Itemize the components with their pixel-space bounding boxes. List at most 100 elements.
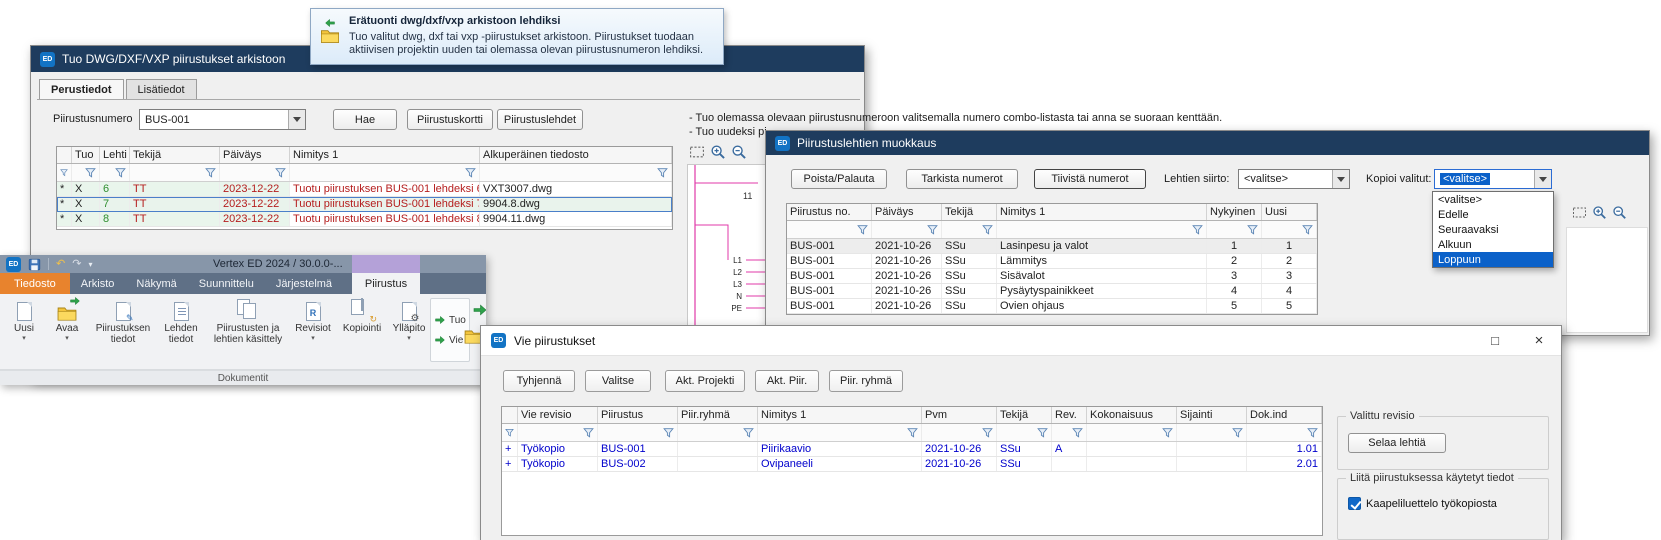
redo-icon[interactable]: ↷	[72, 259, 81, 270]
tyhjenna-button[interactable]: Tyhjennä	[503, 370, 575, 392]
sheets-dialog-titlebar[interactable]: ED Piirustuslehtien muokkaus	[766, 131, 1649, 155]
table-row[interactable]: + Työkopio BUS-001 Piirikaavio 2021-10-2…	[502, 442, 1322, 457]
table-row-selected[interactable]: * X 7 TT 2023-12-22 Tuotu piirustuksen B…	[57, 197, 672, 212]
tab-piirustus[interactable]: Piirustus	[352, 273, 420, 294]
sheets-preview[interactable]	[1566, 227, 1648, 333]
tab-perustiedot[interactable]: Perustiedot	[39, 79, 124, 100]
table-row[interactable]: BUS-001 2021-10-26 SSu Pysäytyspainikkee…	[787, 284, 1317, 299]
zoom-in-icon[interactable]	[710, 144, 726, 160]
col-header-nimitys[interactable]: Nimitys 1	[758, 407, 922, 423]
close-button[interactable]: ×	[1517, 326, 1561, 355]
tab-tiedosto[interactable]: Tiedosto	[0, 273, 70, 294]
col-header-tekija[interactable]: Tekijä	[130, 147, 220, 163]
cell-expand[interactable]: +	[502, 457, 518, 471]
col-header-paivays[interactable]: Päiväys	[220, 147, 290, 163]
col-header-piirustus[interactable]: Piirustus	[598, 407, 678, 423]
col-header-dokind[interactable]: Dok.ind	[1247, 407, 1322, 423]
filter-cell[interactable]	[1177, 424, 1247, 441]
kopiointi-button[interactable]: ↻ Kopiointi	[338, 297, 386, 334]
table-row[interactable]: BUS-001 2021-10-26 SSu Ovien ohjaus 5 5	[787, 299, 1317, 314]
avaa-button[interactable]: Avaa ▾	[46, 297, 88, 342]
col-header-tekija[interactable]: Tekijä	[942, 204, 997, 220]
filter-cell[interactable]	[290, 164, 480, 181]
filter-cell[interactable]	[72, 164, 100, 181]
filter-cell[interactable]	[942, 221, 997, 238]
cell-expand[interactable]: +	[502, 442, 518, 456]
filter-cell[interactable]	[130, 164, 220, 181]
zoom-out-icon[interactable]	[1612, 205, 1627, 220]
chevron-down-icon[interactable]	[1534, 170, 1551, 188]
tab-arkisto[interactable]: Arkisto	[70, 273, 126, 294]
col-header-tuo[interactable]: Tuo	[72, 147, 100, 163]
zoom-in-icon[interactable]	[1592, 205, 1607, 220]
filter-cell[interactable]	[100, 164, 130, 181]
piirustusten-kasittely-button[interactable]: Piirustusten ja lehtien käsittely	[208, 297, 288, 345]
checkbox-checked-icon[interactable]	[1348, 497, 1361, 510]
yllapito-button[interactable]: ⚙ Ylläpito ▾	[388, 297, 430, 342]
filter-cell[interactable]	[1207, 221, 1262, 238]
table-row[interactable]: + Työkopio BUS-002 Ovipaneeli 2021-10-26…	[502, 457, 1322, 472]
col-header-nimitys[interactable]: Nimitys 1	[290, 147, 480, 163]
filter-cell[interactable]	[57, 164, 72, 181]
piir-ryhma-button[interactable]: Piir. ryhmä	[829, 370, 903, 392]
col-header-vie-revisio[interactable]: Vie revisio	[518, 407, 598, 423]
col-header-nimitys[interactable]: Nimitys 1	[997, 204, 1207, 220]
dropdown-option[interactable]: Seuraavaksi	[1433, 222, 1553, 237]
col-header-nykyinen[interactable]: Nykyinen	[1207, 204, 1262, 220]
chevron-down-icon[interactable]	[288, 110, 305, 129]
selaa-lehtia-button[interactable]: Selaa lehtiä	[1348, 433, 1446, 453]
col-header-tiedosto[interactable]: Alkuperäinen tiedosto	[480, 147, 672, 163]
dropdown-option[interactable]: Alkuun	[1433, 237, 1553, 252]
export-dialog-titlebar[interactable]: ED Vie piirustukset □ ×	[481, 326, 1561, 356]
col-header-mark[interactable]	[502, 407, 518, 423]
piirustuslehdet-button[interactable]: Piirustuslehdet	[497, 109, 583, 130]
col-header-piir-ryhma[interactable]: Piir.ryhmä	[678, 407, 758, 423]
filter-cell[interactable]	[518, 424, 598, 441]
filter-cell[interactable]	[1087, 424, 1177, 441]
tab-suunnittelu[interactable]: Suunnittelu	[188, 273, 265, 294]
table-row[interactable]: * X 6 TT 2023-12-22 Tuotu piirustuksen B…	[57, 182, 672, 197]
col-header-uusi[interactable]: Uusi	[1262, 204, 1317, 220]
hae-button[interactable]: Hae	[333, 109, 397, 130]
kopioi-valitut-combobox[interactable]: <valitse>	[1434, 169, 1552, 189]
save-icon[interactable]	[28, 258, 41, 271]
maximize-button[interactable]: □	[1473, 326, 1517, 355]
col-header-lehti[interactable]: Lehti	[100, 147, 130, 163]
tuo-button[interactable]: Tuo	[434, 314, 466, 326]
filter-cell[interactable]	[1262, 221, 1317, 238]
filter-cell[interactable]	[1052, 424, 1087, 441]
col-header-pvm[interactable]: Pvm	[922, 407, 997, 423]
tab-nakyma[interactable]: Näkymä	[125, 273, 187, 294]
akt-piir-button[interactable]: Akt. Piir.	[755, 370, 819, 392]
dropdown-option[interactable]: Edelle	[1433, 207, 1553, 222]
table-row[interactable]: * X 8 TT 2023-12-22 Tuotu piirustuksen B…	[57, 212, 672, 227]
poista-palauta-button[interactable]: Poista/Palauta	[791, 169, 887, 189]
uusi-button[interactable]: Uusi ▾	[4, 297, 44, 342]
filter-cell[interactable]	[220, 164, 290, 181]
tarkista-numerot-button[interactable]: Tarkista numerot	[906, 169, 1018, 189]
col-header-tekija[interactable]: Tekijä	[997, 407, 1052, 423]
tab-jarjestelma[interactable]: Järjestelmä	[265, 273, 343, 294]
col-header-kokonaisuus[interactable]: Kokonaisuus	[1087, 407, 1177, 423]
filter-cell[interactable]	[598, 424, 678, 441]
tab-lisatiedot[interactable]: Lisätiedot	[126, 79, 197, 99]
undo-icon[interactable]: ↶	[56, 259, 65, 270]
table-row[interactable]: BUS-001 2021-10-26 SSu Lämmitys 2 2	[787, 254, 1317, 269]
vie-button[interactable]: Vie	[434, 334, 466, 346]
col-header-rev[interactable]: Rev.	[1052, 407, 1087, 423]
tiivista-numerot-button[interactable]: Tiivistä numerot	[1034, 169, 1146, 189]
filter-cell[interactable]	[678, 424, 758, 441]
col-header-mark[interactable]	[57, 147, 72, 163]
piirustuskortti-button[interactable]: Piirustuskortti	[407, 109, 493, 130]
select-area-icon[interactable]	[689, 144, 705, 160]
drawing-number-combobox[interactable]: BUS-001	[139, 109, 306, 130]
table-row[interactable]: BUS-001 2021-10-26 SSu Sisävalot 3 3	[787, 269, 1317, 284]
filter-cell[interactable]	[997, 221, 1207, 238]
dropdown-option-selected[interactable]: Loppuun	[1433, 252, 1553, 267]
select-area-icon[interactable]	[1572, 205, 1587, 220]
filter-cell[interactable]	[922, 424, 997, 441]
filter-cell[interactable]	[758, 424, 922, 441]
piirustuksen-tiedot-button[interactable]: ✎ Piirustuksen tiedot	[92, 297, 154, 345]
chevron-down-icon[interactable]	[1332, 170, 1349, 188]
col-header-sijainti[interactable]: Sijainti	[1177, 407, 1247, 423]
